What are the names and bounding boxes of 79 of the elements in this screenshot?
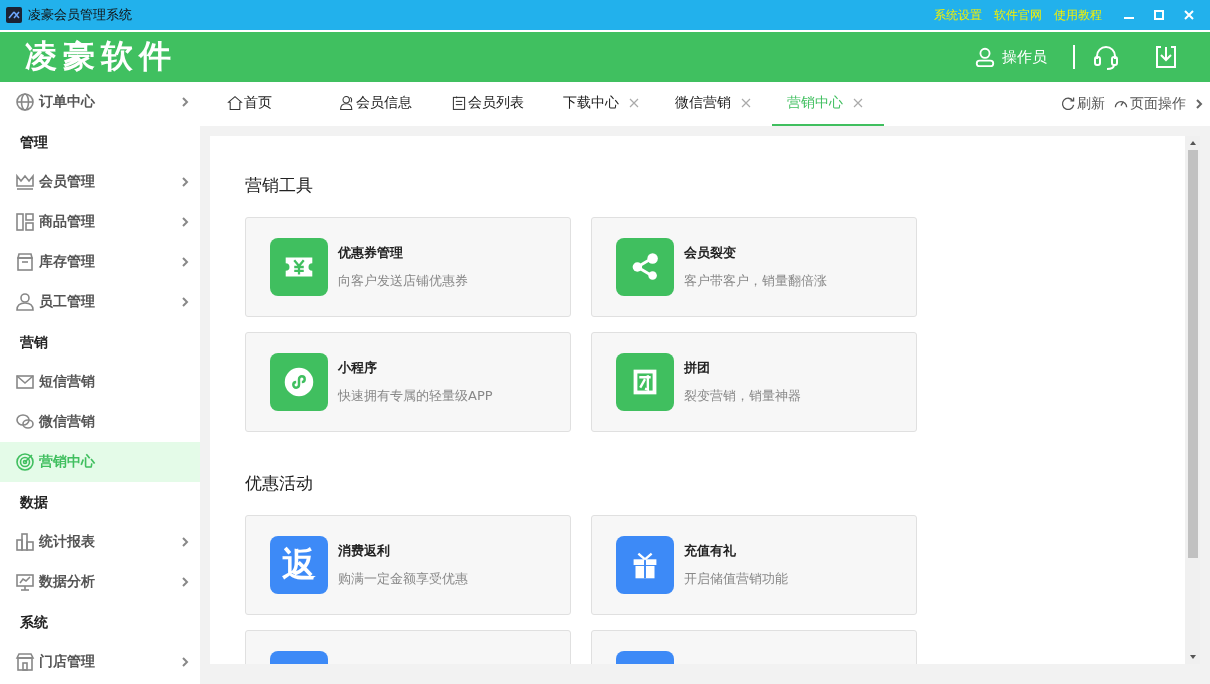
store-icon (15, 652, 35, 672)
section-title: 优惠活动 (245, 472, 314, 495)
layout-icon (15, 212, 35, 232)
chevron-icon (180, 536, 190, 548)
card-description: 向客户发送店铺优惠券 (338, 272, 468, 290)
user-icon (974, 46, 996, 68)
home-icon (227, 95, 243, 111)
card-title: 优惠券管理 (338, 244, 404, 262)
sidebar-heading: 管理 (19, 133, 49, 152)
feature-card[interactable]: 充值有礼 开启储值营销功能 (591, 515, 917, 615)
feature-card[interactable]: 优惠券管理 向客户发送店铺优惠券 (245, 217, 571, 317)
box-icon (15, 252, 35, 272)
window-title: 凌豪会员管理系统 (28, 6, 132, 24)
minimize-icon (1124, 17, 1134, 19)
app-logo-icon (6, 7, 22, 23)
card-description: 开启储值营销功能 (684, 570, 788, 588)
chevron-icon (180, 576, 190, 588)
rebate-badge: 返 (270, 536, 328, 594)
section-title: 营销工具 (245, 174, 314, 197)
sidebar-item[interactable]: 库存管理 (0, 242, 200, 282)
feature-card[interactable]: 会员裂变 客户带客户，销量翻倍涨 (591, 217, 917, 317)
card-title: 消费返利 (338, 542, 391, 560)
person-icon (15, 292, 35, 312)
card-title: 会员裂变 (684, 244, 737, 262)
chevron-icon (180, 256, 190, 268)
card-description: 快速拥有专属的轻量级APP (338, 387, 493, 405)
feature-card[interactable]: 小程序 快速拥有专属的轻量级APP (245, 332, 571, 432)
sidebar-item[interactable]: 员工管理 (0, 282, 200, 322)
tab[interactable]: 会员信息 (324, 82, 436, 126)
close-icon[interactable] (853, 98, 863, 108)
user-icon (339, 95, 355, 111)
monitor-icon (15, 572, 35, 592)
chevron-icon (180, 296, 190, 308)
chevron-icon (180, 96, 190, 108)
close-icon[interactable] (629, 98, 639, 108)
chevron-icon[interactable] (1194, 98, 1204, 110)
sidebar-item[interactable]: 微信营销 (0, 402, 200, 442)
close-icon[interactable] (741, 98, 751, 108)
list-icon (451, 95, 467, 111)
sidebar-item[interactable]: 短信营销 (0, 362, 200, 402)
card-title: 小程序 (338, 359, 378, 377)
chevron-icon (180, 656, 190, 668)
card-title: 充值有礼 (684, 542, 737, 560)
target-icon (15, 452, 35, 472)
sidebar-item[interactable]: 门店管理 (0, 642, 200, 682)
feature-card[interactable]: 返 消费返利 购满一定金额享受优惠 (245, 515, 571, 615)
headset-icon[interactable] (1092, 43, 1120, 71)
maximize-icon (1153, 9, 1165, 21)
refresh-link[interactable]: 刷新 (1060, 82, 1105, 126)
card-description: 客户带客户，销量翻倍涨 (684, 272, 827, 290)
scroll-up-icon[interactable] (1188, 140, 1197, 146)
feature-card[interactable]: 拼团 裂变营销，销量神器 (591, 332, 917, 432)
tab[interactable]: 会员列表 (436, 82, 548, 126)
sidebar-item[interactable]: 订单中心 (0, 82, 200, 122)
chevron-icon (180, 176, 190, 188)
close-icon (1183, 9, 1195, 21)
crown-icon (15, 172, 35, 192)
card-description: 购满一定金额享受优惠 (338, 570, 468, 588)
sidebar-heading: 数据 (19, 493, 49, 512)
tab[interactable]: 微信营销 (660, 82, 772, 126)
refresh-icon (1060, 96, 1076, 112)
scroll-down-icon[interactable] (1188, 654, 1197, 660)
sidebar-heading: 营销 (19, 333, 49, 352)
chevron-icon (180, 216, 190, 228)
bars-icon (15, 532, 35, 552)
page-actions-link[interactable]: 页面操作 (1113, 82, 1186, 126)
chat-icon (15, 412, 35, 432)
brand-name: 凌豪软件 (25, 36, 177, 77)
sidebar-item[interactable]: 商品管理 (0, 202, 200, 242)
sidebar-item[interactable]: 统计报表 (0, 522, 200, 562)
sidebar-item[interactable]: 会员管理 (0, 162, 200, 202)
mail-icon (15, 372, 35, 392)
tab[interactable]: 首页 (212, 82, 324, 126)
globe-icon (15, 92, 35, 112)
card-description: 裂变营销，销量神器 (684, 387, 801, 405)
card-title: 拼团 (684, 359, 711, 377)
sidebar-heading: 系统 (19, 613, 49, 632)
tab[interactable]: 下载中心 (548, 82, 660, 126)
sidebar-item[interactable]: 数据分析 (0, 562, 200, 602)
